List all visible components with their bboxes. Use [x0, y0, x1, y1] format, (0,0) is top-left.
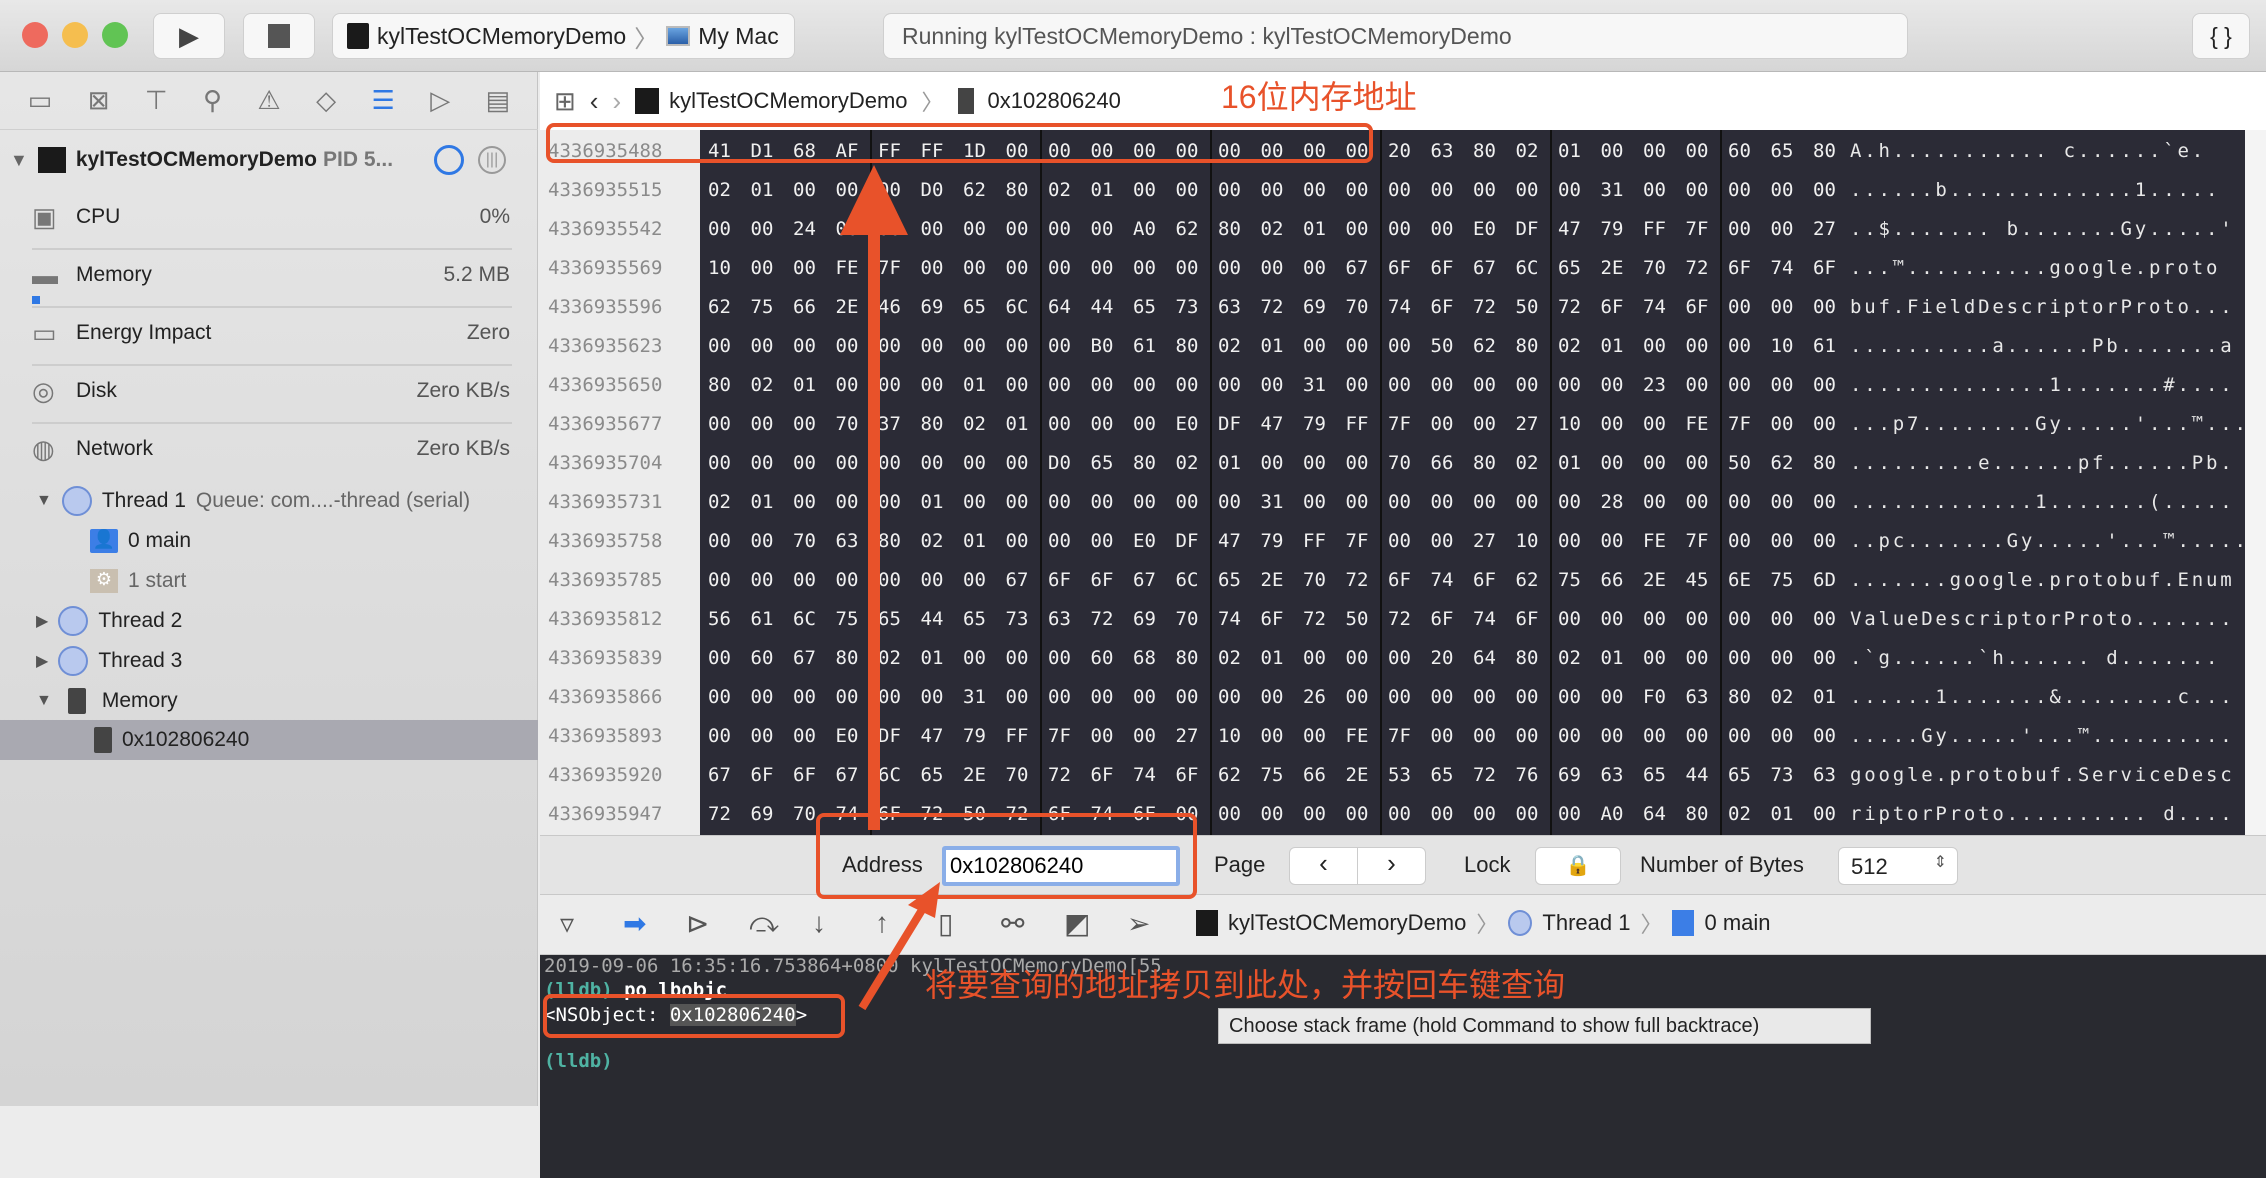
annotation-arrows	[840, 165, 940, 1011]
arrow-head-icon	[840, 165, 908, 235]
annotation-bottom-label: 将要查询的地址拷贝到此处，并按回车键查询	[925, 967, 1566, 1003]
arrow-head-icon	[908, 882, 940, 918]
arrow-diagonal	[858, 902, 929, 1011]
annotation-top-label: 16位内存地址	[1221, 79, 1417, 115]
